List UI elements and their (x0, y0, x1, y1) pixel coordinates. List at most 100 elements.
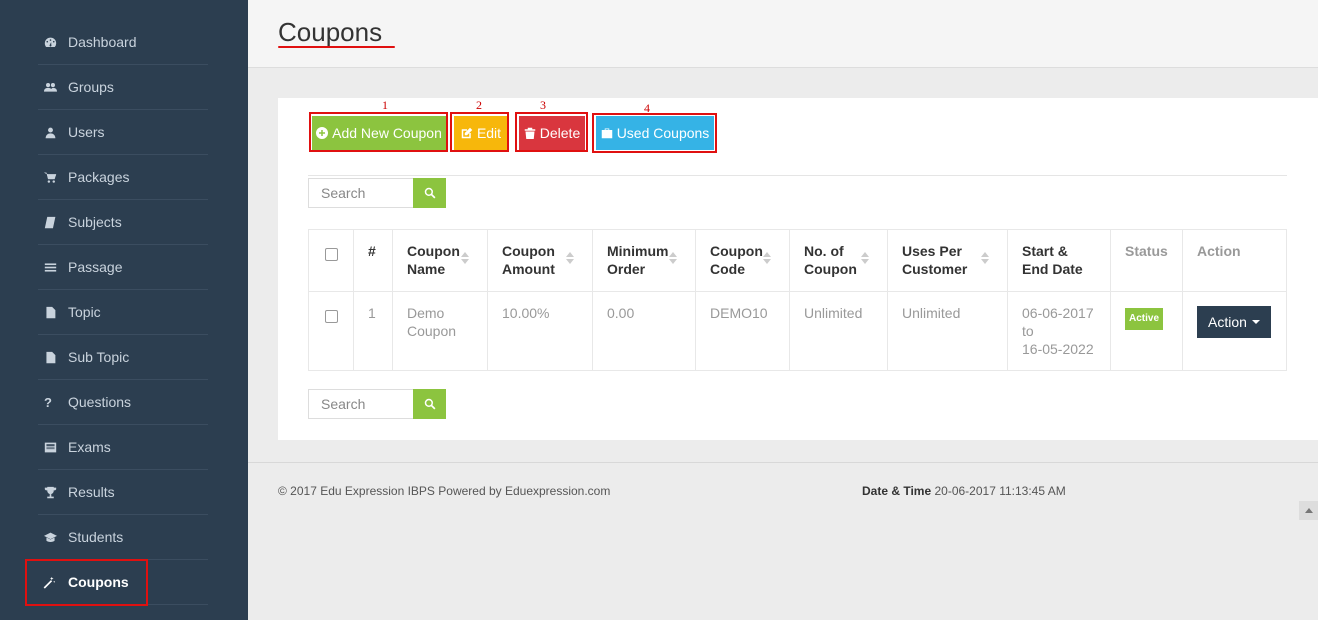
sidebar-item-label: Users (68, 124, 105, 140)
sidebar-item-questions[interactable]: ? Questions (38, 380, 208, 425)
column-header-action: Action (1182, 229, 1287, 292)
column-header-label: Uses Per Customer (902, 243, 968, 277)
sidebar-item-passage[interactable]: Passage (38, 245, 208, 290)
cell-start-end-date: 06-06-2017 to 16-05-2022 (1007, 291, 1111, 371)
coupons-highlight-box (25, 559, 148, 606)
cell-action: Action (1182, 291, 1287, 371)
sidebar-item-label: Groups (68, 79, 114, 95)
cell-num: 1 (353, 291, 393, 371)
edit-button-highlight (450, 112, 509, 152)
footer-copyright: © 2017 Edu Expression IBPS Powered by Ed… (278, 484, 611, 498)
bottom-search-bar (308, 389, 446, 419)
footer-datetime: Date & Time 20-06-2017 11:13:45 AM (862, 484, 1066, 498)
sidebar-item-label: Passage (68, 259, 123, 275)
file-icon (38, 351, 68, 364)
search-icon (424, 398, 435, 410)
sidebar: Dashboard Groups Users Packages Subjects… (0, 0, 248, 620)
column-header-status: Status (1110, 229, 1183, 292)
column-header-coupon-amount[interactable]: Coupon Amount (487, 229, 593, 292)
title-underline-annotation (278, 46, 395, 48)
column-header-num[interactable]: # (353, 229, 393, 292)
search-icon (424, 187, 435, 199)
file-icon (38, 306, 68, 319)
sidebar-item-dashboard[interactable]: Dashboard (38, 20, 208, 65)
chevron-up-icon (1304, 508, 1313, 513)
sidebar-item-subjects[interactable]: Subjects (38, 200, 208, 245)
coupons-table: # Coupon Name Coupon Amount Minimum Orde… (308, 229, 1287, 371)
user-icon (38, 126, 68, 139)
sidebar-item-topic[interactable]: Topic (38, 290, 208, 335)
column-header-label: Minimum Order (607, 243, 669, 277)
sidebar-item-results[interactable]: Results (38, 470, 208, 515)
column-header-uses-per-customer[interactable]: Uses Per Customer (887, 229, 1008, 292)
cell-uses-per-customer: Unlimited (887, 291, 1008, 371)
toolbar-divider (308, 175, 1287, 176)
sidebar-item-groups[interactable]: Groups (38, 65, 208, 110)
page-title: Coupons (278, 17, 383, 47)
column-header-no-of-coupon[interactable]: No. of Coupon (789, 229, 888, 292)
search-input-bottom[interactable] (308, 389, 413, 419)
search-button-bottom[interactable] (413, 389, 446, 419)
column-header-label: Coupon Amount (502, 243, 555, 277)
column-header-label: No. of Coupon (804, 243, 857, 277)
page-header: Coupons (248, 0, 1318, 68)
book-icon (38, 216, 68, 229)
datetime-value: 20-06-2017 11:13:45 AM (934, 484, 1066, 498)
cell-no-of-coupon: Unlimited (789, 291, 888, 371)
select-all-header (308, 229, 354, 292)
cell-coupon-name: Demo Coupon (392, 291, 488, 371)
used-coupons-button-highlight (592, 113, 717, 153)
sidebar-item-packages[interactable]: Packages (38, 155, 208, 200)
sidebar-nav: Dashboard Groups Users Packages Subjects… (38, 20, 208, 605)
groups-icon (38, 81, 68, 94)
select-all-checkbox[interactable] (325, 248, 338, 261)
column-header-start-end-date[interactable]: Start & End Date (1007, 229, 1111, 292)
list-alt-icon (38, 441, 68, 454)
graduation-cap-icon (38, 531, 68, 544)
status-badge: Active (1125, 308, 1164, 330)
row-checkbox[interactable] (325, 310, 338, 323)
list-icon (38, 261, 68, 274)
sidebar-item-label: Topic (68, 304, 101, 320)
cell-minimum-order: 0.00 (592, 291, 696, 371)
search-button[interactable] (413, 178, 446, 208)
sidebar-item-label: Packages (68, 169, 130, 185)
cart-icon (38, 171, 68, 184)
action-label: Action (1208, 314, 1247, 330)
sidebar-item-sub-topic[interactable]: Sub Topic (38, 335, 208, 380)
cell-status: Active (1110, 291, 1183, 371)
column-header-label: Coupon Name (407, 243, 460, 277)
search-input[interactable] (308, 178, 413, 208)
table-header-row: # Coupon Name Coupon Amount Minimum Orde… (308, 229, 1287, 292)
column-header-label: Coupon Code (710, 243, 763, 277)
sidebar-item-label: Questions (68, 394, 132, 410)
coupons-panel: 1 2 3 4 Add New Coupon Edit Delete Used … (278, 98, 1318, 440)
trophy-icon (38, 486, 68, 499)
column-header-coupon-code[interactable]: Coupon Code (695, 229, 790, 292)
end-date: 16-05-2022 (1022, 341, 1094, 357)
sidebar-item-label: Exams (68, 439, 111, 455)
sort-icon (461, 252, 469, 264)
sort-icon (763, 252, 771, 264)
top-search-bar (308, 178, 446, 208)
column-header-minimum-order[interactable]: Minimum Order (592, 229, 696, 292)
sidebar-item-label: Results (68, 484, 115, 500)
sidebar-item-label: Subjects (68, 214, 122, 230)
sidebar-item-exams[interactable]: Exams (38, 425, 208, 470)
date-separator: to (1022, 323, 1034, 339)
column-header-coupon-name[interactable]: Coupon Name (392, 229, 488, 292)
caret-down-icon (1251, 320, 1260, 324)
sidebar-item-users[interactable]: Users (38, 110, 208, 155)
scroll-to-top-button[interactable] (1299, 501, 1318, 520)
sidebar-item-students[interactable]: Students (38, 515, 208, 560)
start-date: 06-06-2017 (1022, 305, 1094, 321)
datetime-label: Date & Time (862, 484, 932, 498)
annotation-marker-1: 1 (382, 98, 388, 112)
sort-icon (566, 252, 574, 264)
cell-coupon-amount: 10.00% (487, 291, 593, 371)
row-select-cell (308, 291, 354, 371)
delete-button-highlight (515, 112, 588, 152)
sort-icon (669, 252, 677, 264)
action-dropdown-button[interactable]: Action (1197, 306, 1271, 338)
table-row: 1 Demo Coupon 10.00% 0.00 DEMO10 Unlimit… (308, 291, 1287, 371)
